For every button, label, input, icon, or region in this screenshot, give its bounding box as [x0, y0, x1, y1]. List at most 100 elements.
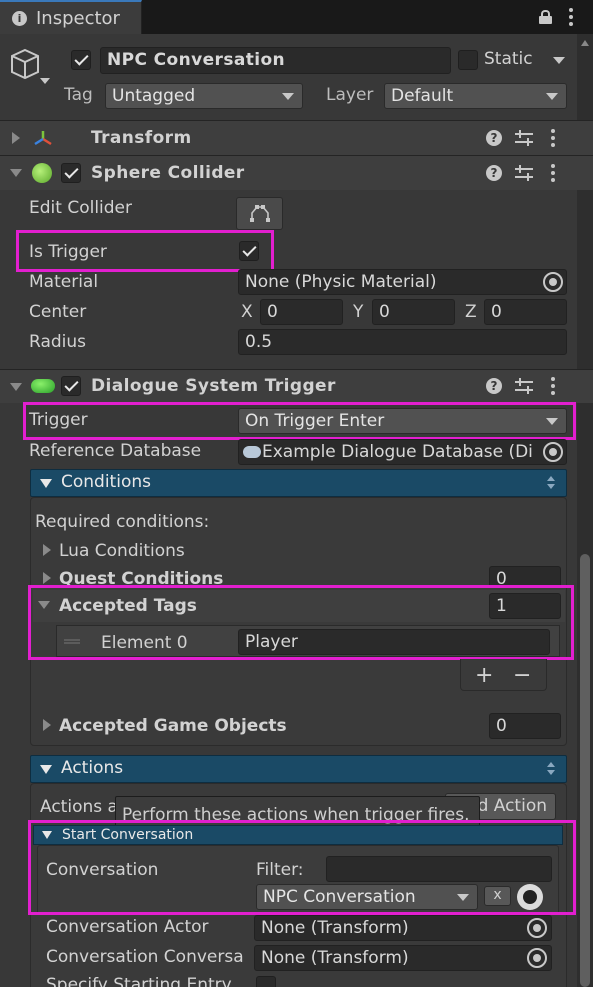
- clear-x-label: x: [493, 887, 502, 903]
- conversation-actor-field[interactable]: None (Transform): [254, 915, 552, 941]
- chevron-down-icon: [546, 93, 558, 100]
- actions-label: Actions a: [40, 797, 118, 817]
- layer-dropdown[interactable]: Default: [384, 83, 567, 109]
- component-menu-icon[interactable]: [551, 129, 555, 147]
- lua-conditions-label[interactable]: Lua Conditions: [59, 541, 185, 561]
- conversation-conversant-field[interactable]: None (Transform): [254, 945, 552, 971]
- help-icon[interactable]: ?: [486, 378, 502, 394]
- accepted-tags-label[interactable]: Accepted Tags: [59, 596, 197, 616]
- conditions-header-label: Conditions: [61, 472, 151, 492]
- dialogue-trigger-title: Dialogue System Trigger: [91, 376, 336, 396]
- static-dropdown-icon[interactable]: [553, 57, 565, 64]
- actions-header-label: Actions: [61, 758, 124, 778]
- object-picker-icon[interactable]: [543, 442, 563, 462]
- expanded-arrow-icon[interactable]: [38, 601, 50, 609]
- transform-title: Transform: [91, 128, 192, 148]
- gameobject-cube-icon[interactable]: [10, 48, 42, 82]
- sphere-collider-icon: [32, 163, 52, 183]
- material-field[interactable]: None (Physic Material): [238, 269, 567, 295]
- collapsed-arrow-icon[interactable]: [43, 719, 51, 731]
- object-picker-icon[interactable]: [527, 948, 547, 968]
- conversation-picker-icon[interactable]: [517, 884, 543, 910]
- tab-menu-icon[interactable]: [569, 8, 573, 26]
- expanded-arrow-icon: [10, 383, 22, 391]
- component-menu-icon[interactable]: [551, 164, 555, 182]
- expanded-arrow-icon: [40, 765, 52, 774]
- sphere-collider-enabled-checkbox[interactable]: [61, 163, 81, 183]
- center-z-input[interactable]: 0: [484, 299, 567, 325]
- chevron-down-icon: [282, 93, 294, 100]
- presets-icon[interactable]: [515, 378, 533, 394]
- filter-input[interactable]: [326, 856, 552, 882]
- inspector-tab-label: Inspector: [36, 8, 120, 29]
- clear-conversation-button[interactable]: x: [484, 886, 511, 906]
- reference-database-field[interactable]: Example Dialogue Database (Di: [238, 439, 567, 465]
- center-y-label: Y: [353, 302, 364, 322]
- collapsed-arrow-icon[interactable]: [43, 572, 51, 584]
- center-x-input[interactable]: 0: [260, 299, 343, 325]
- transform-axes-icon: [33, 129, 53, 147]
- required-conditions-label: Required conditions:: [35, 512, 210, 532]
- scrollbar-up-icon[interactable]: [581, 40, 589, 46]
- conversation-dropdown[interactable]: NPC Conversation: [256, 884, 478, 910]
- presets-icon[interactable]: [515, 130, 533, 146]
- accepted-game-objects-count[interactable]: 0: [489, 713, 561, 739]
- filter-label: Filter:: [256, 860, 304, 880]
- edit-collider-button[interactable]: [236, 197, 283, 230]
- add-element-button[interactable]: +: [475, 663, 493, 688]
- conditions-foldout[interactable]: Conditions: [30, 469, 567, 497]
- sphere-collider-header[interactable]: Sphere Collider ?: [0, 155, 593, 190]
- conversation-actor-label: Conversation Actor: [46, 917, 209, 937]
- help-icon[interactable]: ?: [486, 165, 502, 181]
- lock-icon[interactable]: [539, 10, 552, 24]
- expanded-arrow-icon: [10, 169, 22, 177]
- remove-element-button[interactable]: −: [513, 663, 531, 688]
- inspector-tab[interactable]: i Inspector: [0, 0, 142, 34]
- icon-dropdown-icon[interactable]: [40, 78, 50, 84]
- dialogue-trigger-enabled-checkbox[interactable]: [61, 376, 81, 396]
- drag-handle-icon[interactable]: [64, 639, 80, 644]
- list-add-remove-box: [460, 659, 547, 691]
- conversation-actor-value: None (Transform): [261, 918, 409, 938]
- material-label: Material: [29, 272, 99, 292]
- radius-label: Radius: [29, 332, 87, 352]
- is-trigger-checkbox[interactable]: [239, 241, 259, 261]
- tag-dropdown[interactable]: Untagged: [105, 83, 303, 109]
- object-picker-icon[interactable]: [543, 272, 563, 292]
- trigger-dropdown[interactable]: On Trigger Enter: [238, 408, 567, 434]
- add-action-label: d Action: [477, 796, 547, 816]
- element-0-input[interactable]: Player: [238, 629, 550, 655]
- tag-label: Tag: [64, 85, 93, 105]
- specify-starting-entry-label: Specify Starting Entry: [46, 975, 232, 987]
- static-label: Static: [484, 49, 533, 69]
- center-z-label: Z: [465, 302, 477, 322]
- dialogue-trigger-icon: [31, 379, 55, 393]
- specify-starting-entry-checkbox[interactable]: [256, 976, 276, 987]
- conversation-conversant-value: None (Transform): [261, 948, 409, 968]
- component-menu-icon[interactable]: [551, 377, 555, 395]
- presets-icon[interactable]: [515, 165, 533, 181]
- transform-header[interactable]: Transform ?: [0, 120, 593, 155]
- accepted-game-objects-label[interactable]: Accepted Game Objects: [59, 716, 287, 736]
- collapsed-arrow-icon[interactable]: [43, 544, 51, 556]
- edit-collider-label: Edit Collider: [29, 198, 133, 218]
- conversation-label: Conversation: [46, 860, 159, 880]
- center-label: Center: [29, 302, 87, 322]
- chevron-down-icon: [457, 894, 469, 901]
- center-y-input[interactable]: 0: [372, 299, 455, 325]
- gameobject-name-input[interactable]: NPC Conversation: [100, 47, 451, 74]
- tag-value: Untagged: [112, 86, 196, 106]
- layer-value: Default: [391, 86, 454, 106]
- object-picker-icon[interactable]: [527, 918, 547, 938]
- static-checkbox[interactable]: [458, 50, 478, 70]
- actions-foldout[interactable]: Actions: [30, 755, 567, 783]
- scrollbar-thumb[interactable]: [580, 554, 590, 987]
- gameobject-active-checkbox[interactable]: [71, 50, 91, 70]
- radius-input[interactable]: 0.5: [238, 329, 567, 355]
- chevron-down-icon: [546, 418, 558, 425]
- trigger-value: On Trigger Enter: [245, 411, 385, 431]
- accepted-tags-count[interactable]: 1: [489, 593, 561, 619]
- help-icon[interactable]: ?: [486, 130, 502, 146]
- dialogue-system-trigger-header[interactable]: Dialogue System Trigger ?: [0, 369, 593, 403]
- is-trigger-label: Is Trigger: [29, 242, 107, 262]
